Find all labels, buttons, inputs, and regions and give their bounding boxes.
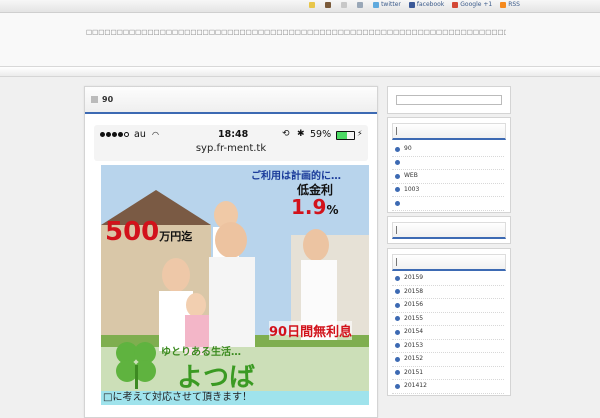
battery-icon: [336, 131, 355, 140]
ad-brand: よつば: [177, 363, 256, 391]
bullet-icon: [395, 146, 400, 152]
archive-item[interactable]: 20154: [392, 326, 504, 340]
twitter-link[interactable]: twitter: [373, 1, 401, 8]
feed-link[interactable]: [357, 1, 365, 8]
rss-icon: [500, 1, 507, 8]
bullet-icon: [395, 160, 400, 165]
user-link[interactable]: [325, 1, 333, 8]
archive-item[interactable]: 20159: [392, 272, 504, 286]
bullet-icon: [395, 370, 400, 375]
list-item[interactable]: 1003: [392, 184, 504, 197]
phone-status-bar: au ◠ 18:48 ⟲ ✱ 59% ⚡: [100, 129, 364, 141]
bluetooth-icon: ✱: [297, 129, 305, 139]
archive-list: 20159 20158 20156 20155 20154 20153 2015…: [392, 272, 504, 394]
top-bar: twitter facebook Google +1 RSS: [0, 0, 600, 13]
archive-item[interactable]: 201412: [392, 380, 504, 394]
ad-rate: 1.9%: [291, 195, 339, 219]
widget-header: [392, 254, 506, 271]
bookmark-icon: [309, 1, 316, 8]
archive-item[interactable]: 20153: [392, 340, 504, 353]
facebook-icon: [408, 1, 415, 8]
site-header: [0, 13, 600, 67]
list-item[interactable]: [392, 157, 504, 170]
phone-url: syp.fr-ment.tk: [195, 143, 267, 154]
phone-screenshot: au ◠ 18:48 ⟲ ✱ 59% ⚡ syp.fr-ment.tk: [94, 125, 368, 161]
charging-icon: ⚡: [357, 129, 363, 138]
phone-time: 18:48: [218, 129, 249, 140]
google-link[interactable]: Google +1: [452, 1, 492, 8]
wifi-icon: ◠: [152, 130, 159, 139]
widget-header: [392, 222, 506, 239]
bullet-icon: [395, 302, 400, 308]
ad-line1: ご利用は計画的に…: [251, 171, 341, 182]
post-caption: □に考えて対応させて頂きます！: [101, 391, 369, 405]
signal-icon: [100, 132, 129, 137]
ad-slogan: ゆとりある生活…: [161, 347, 241, 358]
battery-percent: 59%: [310, 129, 332, 140]
list-item[interactable]: WEB: [392, 170, 504, 184]
archive-item[interactable]: 20151: [392, 367, 504, 380]
search-widget: [387, 86, 511, 114]
bullet-icon: [395, 343, 400, 348]
bullet-icon: [395, 187, 400, 192]
ad-banner-image[interactable]: ご利用は計画的に… 低金利 1.9% 500万円迄 90日間無利息 ゆとりある生…: [101, 165, 369, 391]
facebook-link[interactable]: facebook: [408, 1, 445, 8]
google-plus-icon: [452, 1, 459, 8]
bullet-icon: [395, 200, 400, 206]
widget-header: [392, 123, 506, 140]
post-article: 90 au ◠ 18:48 ⟲ ✱ 59% ⚡ syp.fr-ment.tk ご…: [84, 86, 378, 418]
bullet-icon: [395, 329, 400, 335]
post-title[interactable]: 90: [102, 95, 113, 104]
ad-amount: 500万円迄: [105, 217, 193, 247]
bullet-icon: [395, 316, 400, 321]
social-links: twitter facebook Google +1 RSS: [309, 1, 520, 8]
sidebar-widget-empty: [387, 216, 511, 244]
share-icon: [357, 1, 364, 8]
bookmark-link[interactable]: [309, 1, 317, 8]
bullet-icon: [395, 275, 400, 281]
sidebar-widget-recent: 90 WEB 1003: [387, 117, 511, 213]
archive-item[interactable]: 20152: [392, 353, 504, 367]
archive-item[interactable]: 20156: [392, 299, 504, 313]
post-title-icon: [91, 96, 98, 103]
rss-label: RSS: [508, 1, 520, 8]
ad-free-days: 90日間無利息: [269, 321, 353, 340]
site-tagline: □□□□□□□□□□□□□□□□□□□□□□□□□□□□□□□□□□□□□□□□…: [86, 28, 506, 36]
sidebar-widget-archives: 20159 20158 20156 20155 20154 20153 2015…: [387, 248, 511, 396]
rss-link[interactable]: RSS: [500, 1, 520, 8]
carrier-label: au: [134, 129, 146, 140]
list-item[interactable]: 90: [392, 143, 504, 157]
list-item[interactable]: [392, 197, 504, 211]
nav-bar: [0, 67, 600, 77]
recent-posts-list: 90 WEB 1003: [392, 143, 504, 211]
archive-item[interactable]: 20155: [392, 313, 504, 326]
facebook-label: facebook: [416, 1, 445, 8]
mail-link[interactable]: [341, 1, 349, 8]
bullet-icon: [395, 383, 400, 389]
mail-icon: [341, 1, 348, 8]
post-header: 90: [85, 87, 377, 114]
twitter-icon: [373, 1, 380, 8]
user-icon: [325, 1, 332, 8]
search-input[interactable]: [396, 95, 502, 105]
bullet-icon: [395, 356, 400, 362]
bullet-icon: [395, 173, 400, 179]
bullet-icon: [395, 289, 400, 294]
google-label: Google +1: [460, 1, 493, 8]
twitter-label: twitter: [381, 1, 401, 8]
rotation-lock-icon: ⟲: [282, 129, 290, 139]
archive-item[interactable]: 20158: [392, 286, 504, 299]
